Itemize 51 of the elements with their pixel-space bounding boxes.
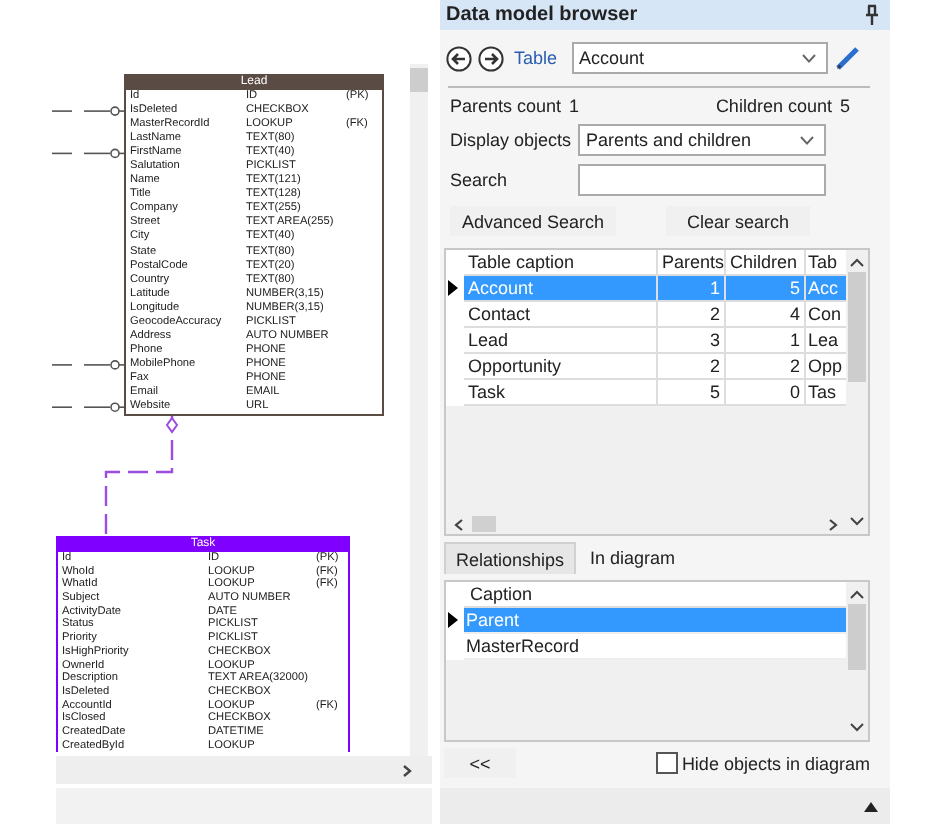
entity-table[interactable] [124,74,384,417]
scroll-right-icon[interactable] [828,517,838,532]
clear-search-button[interactable]: Clear search [666,206,811,237]
pencil-icon[interactable] [833,44,862,73]
panel-title: Data model browser [446,3,640,26]
table-cell: Opportunity [464,354,658,381]
table-cell: Contact [464,302,658,329]
scroll-left-icon[interactable] [454,517,464,532]
table-cell: 4 [726,302,806,329]
table-cell: 2 [658,302,726,329]
scroll-up-icon[interactable] [850,258,864,269]
scroll-thumb[interactable] [472,516,496,533]
table-cell: Lead [464,328,658,355]
table-cell: 5 [726,276,806,303]
table-cell: 3 [658,328,726,355]
expand-icon[interactable] [864,801,878,812]
table-cell: Account [464,276,658,303]
vertical-scrollbar[interactable] [410,64,428,756]
scroll-right-icon[interactable] [402,763,412,777]
children-count-label: Children count [715,96,832,117]
display-objects-label: Display objects [450,130,574,151]
display-objects-dropdown[interactable]: Parents and children [578,124,826,157]
pin-icon[interactable] [864,3,880,26]
vertical-scrollbar[interactable] [846,582,868,740]
children-count: 5 [839,96,850,117]
table-cell: 1 [658,276,726,303]
vertical-scrollbar[interactable] [846,250,868,535]
search-field[interactable] [578,164,826,196]
parents-count: 1 [569,96,580,117]
table-cell: 2 [726,354,806,381]
scroll-down-icon[interactable] [850,516,864,527]
entity-table[interactable] [56,536,350,753]
tab[interactable]: Relationships [444,542,577,575]
scroll-down-icon[interactable] [850,721,864,732]
table-cell: Acc [806,276,850,303]
scroll-up-icon[interactable] [850,590,864,601]
forward-icon[interactable] [478,45,504,72]
table-cell: 1 [726,328,806,355]
back-icon[interactable] [446,45,472,72]
caret-icon [801,54,816,65]
table-link[interactable]: Table [514,48,558,69]
tab[interactable]: In diagram [580,542,686,575]
advanced-search-button[interactable]: Advanced Search [450,206,617,237]
table-cell: 2 [658,354,726,381]
collapse-button[interactable]: << [444,748,516,779]
hide-objects-checkbox[interactable]: Hide objects in diagram [655,752,870,775]
table-dropdown[interactable]: Account [571,42,828,75]
horizontal-scrollbar[interactable] [56,756,432,784]
caret-icon [800,136,814,147]
search-label: Search [450,170,510,190]
parents-count-label: Parents count [450,96,562,117]
